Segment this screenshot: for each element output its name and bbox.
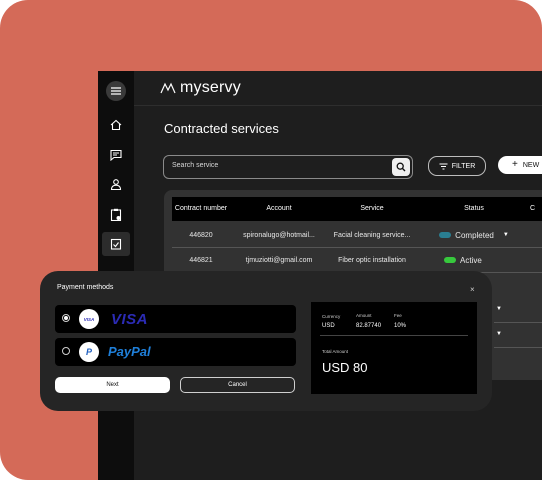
checklist-icon[interactable] — [102, 232, 130, 256]
cell-contract: 446820 — [189, 231, 213, 239]
table-row[interactable]: 446820 spironalugo@hotmail... Facial cle… — [172, 223, 542, 248]
chevron-down-icon: ▼ — [496, 331, 502, 337]
fee-label: Fee — [394, 313, 402, 318]
divider — [320, 335, 468, 336]
table-row[interactable]: ▼ A A — [494, 323, 542, 348]
chevron-down-icon: ▼ — [502, 232, 509, 238]
brand-mark-icon — [160, 82, 176, 94]
filter-icon — [439, 163, 448, 169]
clipboard-icon[interactable] — [106, 204, 126, 224]
next-button[interactable]: Next — [55, 377, 170, 393]
chat-icon[interactable] — [106, 145, 126, 165]
table-row[interactable]: ▼ A A — [494, 298, 542, 323]
header-status[interactable]: Status — [430, 197, 518, 221]
header-account[interactable]: Account — [234, 197, 324, 221]
radio-visa[interactable] — [62, 314, 70, 322]
menu-icon[interactable] — [106, 81, 126, 101]
currency-value: USD — [322, 323, 335, 329]
payment-summary: Currency USD Amount 82.87740 Fee 10% Tot… — [311, 302, 477, 394]
search-placeholder: Search service — [172, 162, 219, 169]
new-button[interactable]: + NEW — [498, 156, 542, 174]
cell-account: tjmuziotti@gmail.com — [245, 256, 313, 264]
currency-label: Currency — [322, 314, 341, 319]
status-dropdown[interactable]: Completed ▼ — [430, 223, 518, 247]
paypal-badge-icon: P — [79, 342, 99, 362]
plus-icon: + — [512, 159, 518, 170]
home-icon[interactable] — [106, 115, 126, 135]
total-amount-label: Total Amount — [322, 349, 349, 354]
brand-logo[interactable]: myservy — [160, 79, 241, 97]
cancel-button[interactable]: Cancel — [180, 377, 295, 393]
amount-label: Amount — [356, 313, 372, 318]
new-label: NEW — [522, 161, 540, 169]
payment-option-paypal[interactable]: P PayPal — [55, 338, 296, 366]
modal-title: Payment methods — [57, 284, 114, 291]
cell-service: Facial cleaning service... — [333, 231, 411, 239]
total-amount-value: USD 80 — [322, 360, 368, 375]
cell-account: spironalugo@hotmail... — [243, 231, 315, 239]
visa-badge-icon: VISA — [79, 309, 99, 329]
table-row[interactable]: 446821 tjmuziotti@gmail.com Fiber optic … — [172, 248, 542, 273]
table-header: Contract number Account Service Status C — [172, 197, 542, 221]
fee-value: 10% — [394, 323, 407, 329]
status-dropdown[interactable]: Active — [430, 248, 518, 272]
payment-option-visa[interactable]: VISA VISA — [55, 305, 296, 333]
filter-label: FILTER — [451, 162, 476, 170]
status-badge: Completed — [455, 230, 494, 240]
brand-name: myservy — [180, 79, 241, 96]
header-truncated[interactable]: C — [530, 197, 542, 221]
payment-methods-modal: Payment methods × VISA VISA P PayPal Nex… — [40, 271, 492, 411]
user-icon[interactable] — [106, 174, 126, 194]
search-icon — [396, 162, 406, 172]
status-indicator — [439, 232, 452, 238]
visa-badge-text: VISA — [83, 316, 95, 322]
page-title: Contracted services — [164, 121, 279, 136]
search-input[interactable]: Search service — [163, 155, 413, 179]
cell-service: Fiber optic installation — [338, 256, 406, 264]
status-badge: Active — [460, 255, 482, 265]
top-bar: myservy — [134, 71, 542, 106]
paypal-badge-text: P — [85, 347, 92, 357]
paypal-logo: PayPal — [108, 344, 151, 359]
close-icon[interactable]: × — [470, 285, 475, 294]
chevron-down-icon: ▼ — [496, 306, 502, 312]
header-service[interactable]: Service — [324, 197, 420, 221]
radio-paypal[interactable] — [62, 347, 70, 355]
search-button[interactable] — [392, 158, 410, 176]
status-indicator — [444, 257, 456, 263]
visa-logo: VISA — [111, 311, 149, 328]
header-contract-number[interactable]: Contract number — [172, 197, 230, 221]
cell-contract: 446821 — [189, 256, 213, 264]
filter-button[interactable]: FILTER — [428, 156, 486, 176]
amount-value: 82.87740 — [356, 323, 382, 329]
